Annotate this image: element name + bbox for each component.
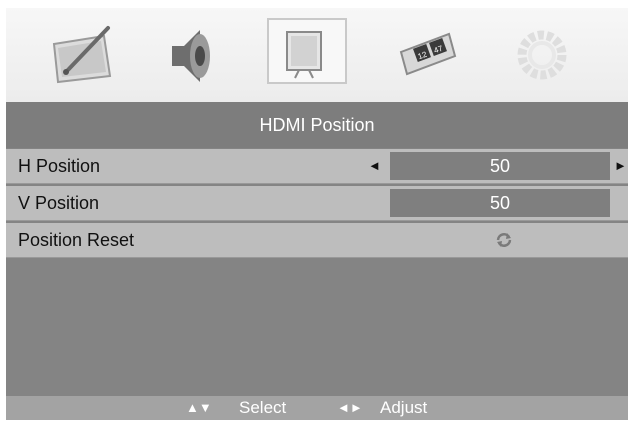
tab-channel[interactable]: 12 47	[391, 22, 461, 88]
tab-display[interactable]	[267, 18, 347, 88]
display-icon	[286, 31, 322, 79]
h-position-value[interactable]: 50	[390, 152, 610, 180]
picture-icon	[52, 26, 112, 84]
select-hint: Select	[239, 398, 287, 417]
up-down-arrows-icon: ▲▼	[186, 400, 212, 415]
page-title: HDMI Position	[6, 102, 628, 148]
tab-setup[interactable]	[506, 22, 576, 88]
menu-row-label: V Position	[18, 193, 100, 213]
v-position-value[interactable]: 50	[390, 189, 610, 217]
reset-icon[interactable]	[494, 230, 514, 250]
left-arrow-icon[interactable]: ◄	[368, 149, 381, 183]
gear-icon	[517, 30, 567, 80]
right-arrow-icon[interactable]: ►	[614, 149, 627, 183]
menu-row-v-position[interactable]: V Position 50	[6, 186, 628, 221]
menu-row-h-position[interactable]: H Position ◄ 50 ►	[6, 149, 628, 184]
left-right-arrows-icon: ◄►	[337, 400, 363, 415]
menu-row-position-reset[interactable]: Position Reset	[6, 223, 628, 258]
tab-sound[interactable]	[156, 22, 226, 88]
adjust-hint: Adjust	[380, 398, 428, 417]
footer-hints: ▲▼ Select ◄► Adjust	[6, 396, 628, 420]
menu-row-label: Position Reset	[18, 230, 135, 250]
menu-row-label: H Position	[18, 156, 101, 176]
menu-tab-bar: 12 47	[6, 8, 628, 102]
channel-icon: 12 47	[399, 32, 457, 76]
tab-picture[interactable]	[46, 22, 116, 88]
osd-menu: 12 47 HDMI Position H Position ◄ 50 ► V …	[6, 8, 628, 420]
menu-list: H Position ◄ 50 ► V Position 50 Position…	[6, 148, 628, 396]
speaker-icon	[172, 30, 210, 82]
